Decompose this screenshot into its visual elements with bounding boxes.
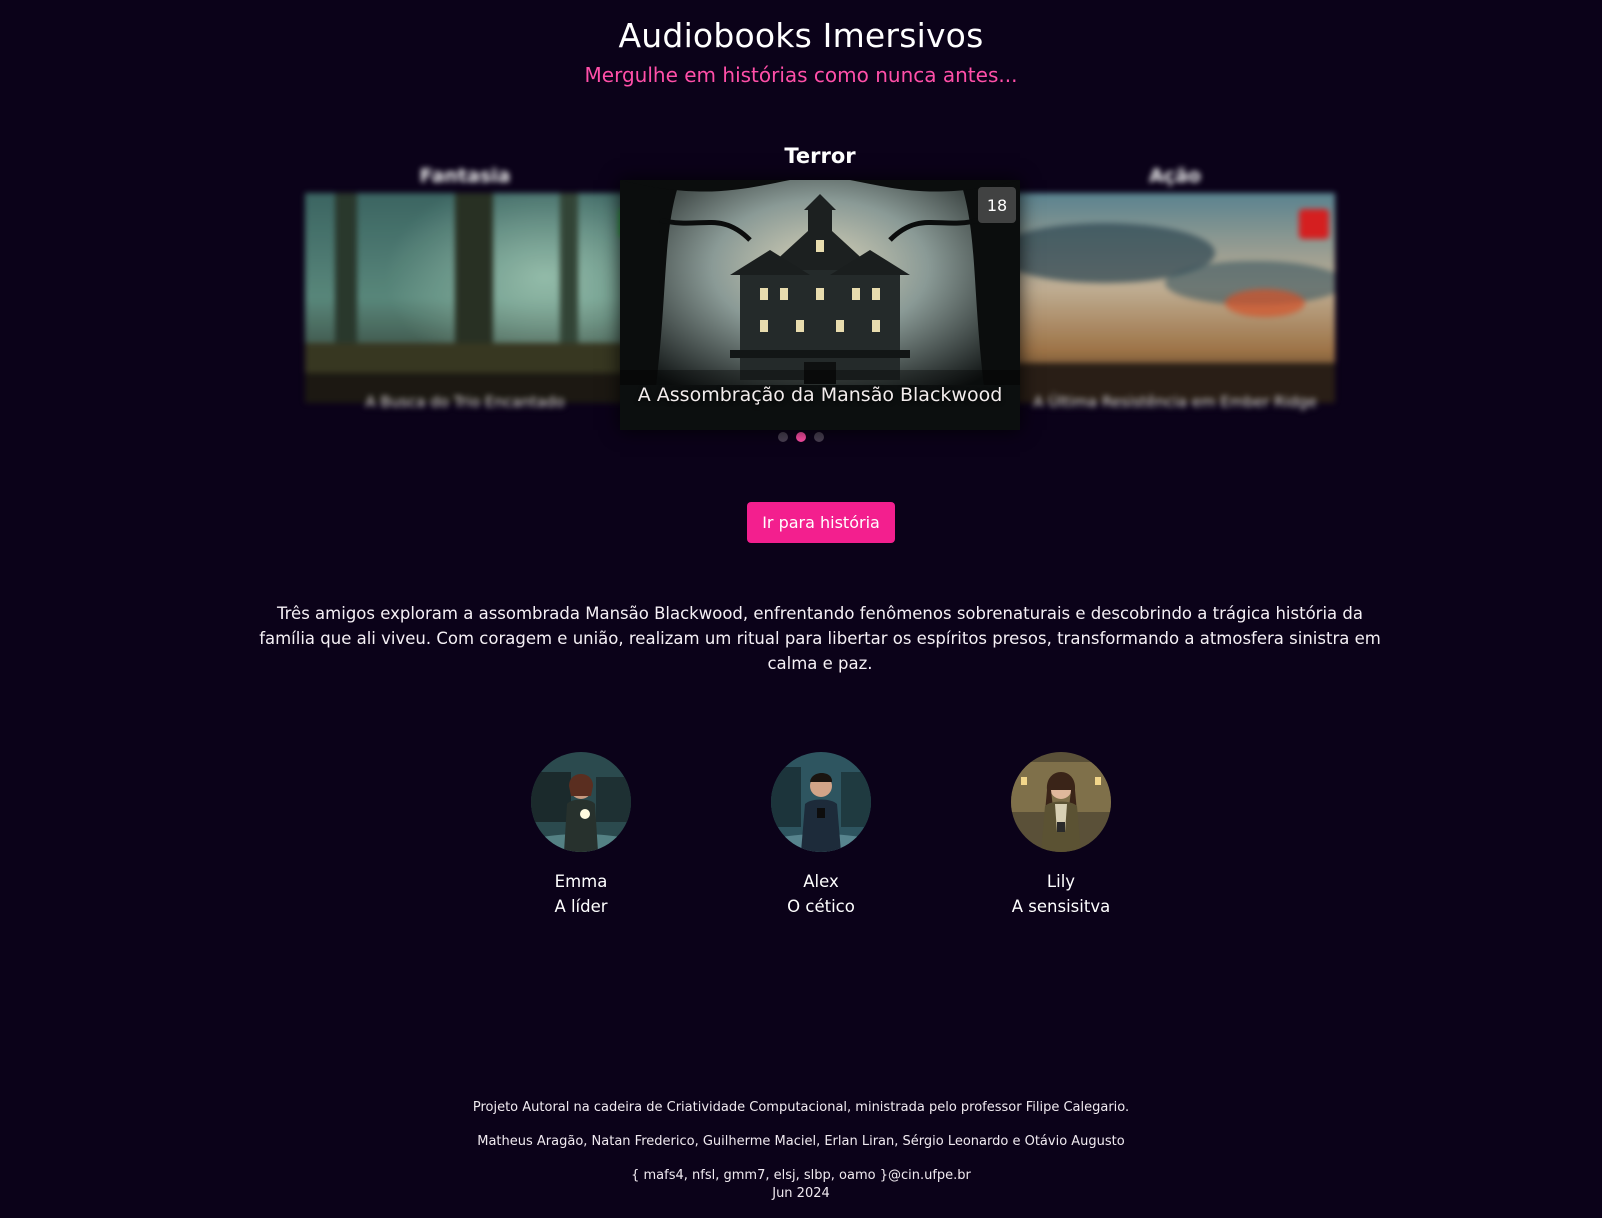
character-name: Emma [554,872,608,891]
age-rating-badge: 18 [978,187,1016,223]
page-subtitle: Mergulhe em histórias como nunca antes..… [584,63,1018,87]
footer-emails: { mafs4, nfsl, gmm7, elsj, slbp, oamo }@… [631,1168,971,1183]
character-name: Alex [803,872,839,891]
avatar [1011,752,1111,852]
carousel-dot-active[interactable] [796,432,806,442]
carousel-slide-acao[interactable]: Ação A Última Resistência em Ember Ridge [1015,165,1335,411]
carousel-dot[interactable] [814,432,824,442]
character-card-emma[interactable]: Emma A líder [501,752,661,919]
footer-date: Jun 2024 [772,1186,830,1201]
character-role: A sensisitva [1011,897,1111,916]
footer-authors: Matheus Aragão, Natan Frederico, Guilher… [477,1134,1125,1149]
slide-genre-label: Terror [784,144,856,168]
slide-genre-label: Ação [1149,165,1201,187]
slide-title: A Última Resistência em Ember Ridge [1033,393,1317,411]
carousel-dot[interactable] [778,432,788,442]
go-to-story-button[interactable]: Ir para história [747,502,895,543]
avatar [771,752,871,852]
footer-project-info: Projeto Autoral na cadeira de Criativida… [472,1100,1130,1115]
character-role: A líder [554,897,608,916]
slide-genre-label: Fantasia [419,165,511,187]
carousel-slide-fantasia[interactable]: Fantasia A Busca do Trio Encantado [305,165,629,411]
story-carousel: Fantasia A Busca do Trio Encantado Ação … [0,140,1602,460]
carousel-indicators [0,432,1602,442]
page-title: Audiobooks Imersivos [618,16,984,55]
character-card-alex[interactable]: Alex O cético [741,752,901,919]
character-role: O cético [787,897,855,916]
character-name: Lily [1046,872,1076,891]
carousel-slide-terror[interactable]: Terror A Assombração da Mansão Blackwood… [620,144,1020,430]
slide-title: A Assombração da Mansão Blackwood [637,384,1003,406]
story-description: Três amigos exploram a assombrada Mansão… [259,604,1381,673]
slide-cover-image [1015,193,1335,403]
avatar [531,752,631,852]
page-footer: Projeto Autoral na cadeira de Criativida… [0,1099,1602,1203]
slide-cover-image [305,193,625,403]
character-card-lily[interactable]: Lily A sensisitva [981,752,1141,919]
age-rating-badge [1299,209,1329,239]
slide-title: A Busca do Trio Encantado [365,393,565,411]
